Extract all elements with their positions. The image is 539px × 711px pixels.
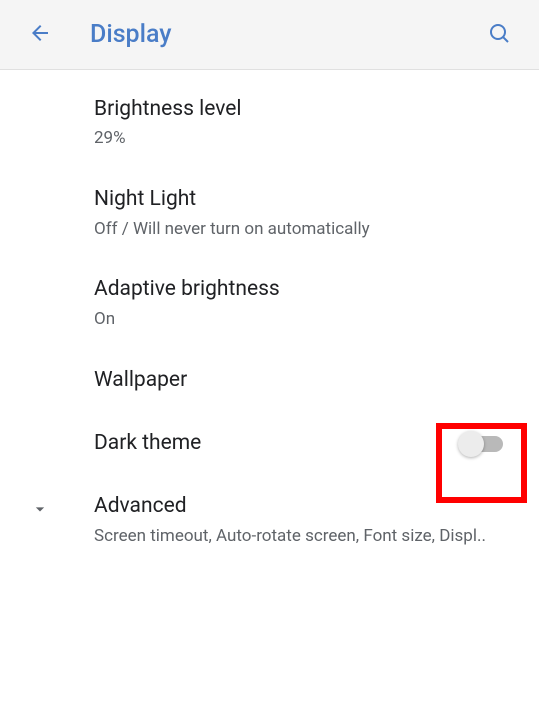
brightness-level-value: 29% <box>94 127 519 150</box>
advanced-item[interactable]: Advanced Screen timeout, Auto-rotate scr… <box>0 475 539 565</box>
night-light-item[interactable]: Night Light Off / Will never turn on aut… <box>0 168 539 258</box>
night-light-value: Off / Will never turn on automatically <box>94 218 519 241</box>
search-button[interactable] <box>479 15 519 55</box>
back-button[interactable] <box>20 15 60 55</box>
wallpaper-title: Wallpaper <box>94 367 519 394</box>
settings-list: Brightness level 29% Night Light Off / W… <box>0 70 539 566</box>
page-title: Display <box>90 20 479 49</box>
adaptive-brightness-value: On <box>94 308 519 331</box>
toggle-knob-icon <box>458 431 484 457</box>
adaptive-brightness-title: Adaptive brightness <box>94 276 519 303</box>
search-icon <box>487 21 511 49</box>
dark-theme-toggle-container <box>463 436 503 452</box>
wallpaper-item[interactable]: Wallpaper <box>0 349 539 412</box>
app-header: Display <box>0 0 539 70</box>
back-arrow-icon <box>28 21 52 49</box>
night-light-title: Night Light <box>94 186 519 213</box>
dark-theme-item[interactable]: Dark theme <box>0 412 539 475</box>
dark-theme-title: Dark theme <box>94 430 201 457</box>
dark-theme-toggle[interactable] <box>463 436 503 452</box>
adaptive-brightness-item[interactable]: Adaptive brightness On <box>0 258 539 348</box>
advanced-title: Advanced <box>94 493 519 520</box>
brightness-level-title: Brightness level <box>94 96 519 123</box>
brightness-level-item[interactable]: Brightness level 29% <box>0 78 539 168</box>
expand-chevron-icon <box>28 497 52 521</box>
advanced-value: Screen timeout, Auto-rotate screen, Font… <box>94 525 514 548</box>
